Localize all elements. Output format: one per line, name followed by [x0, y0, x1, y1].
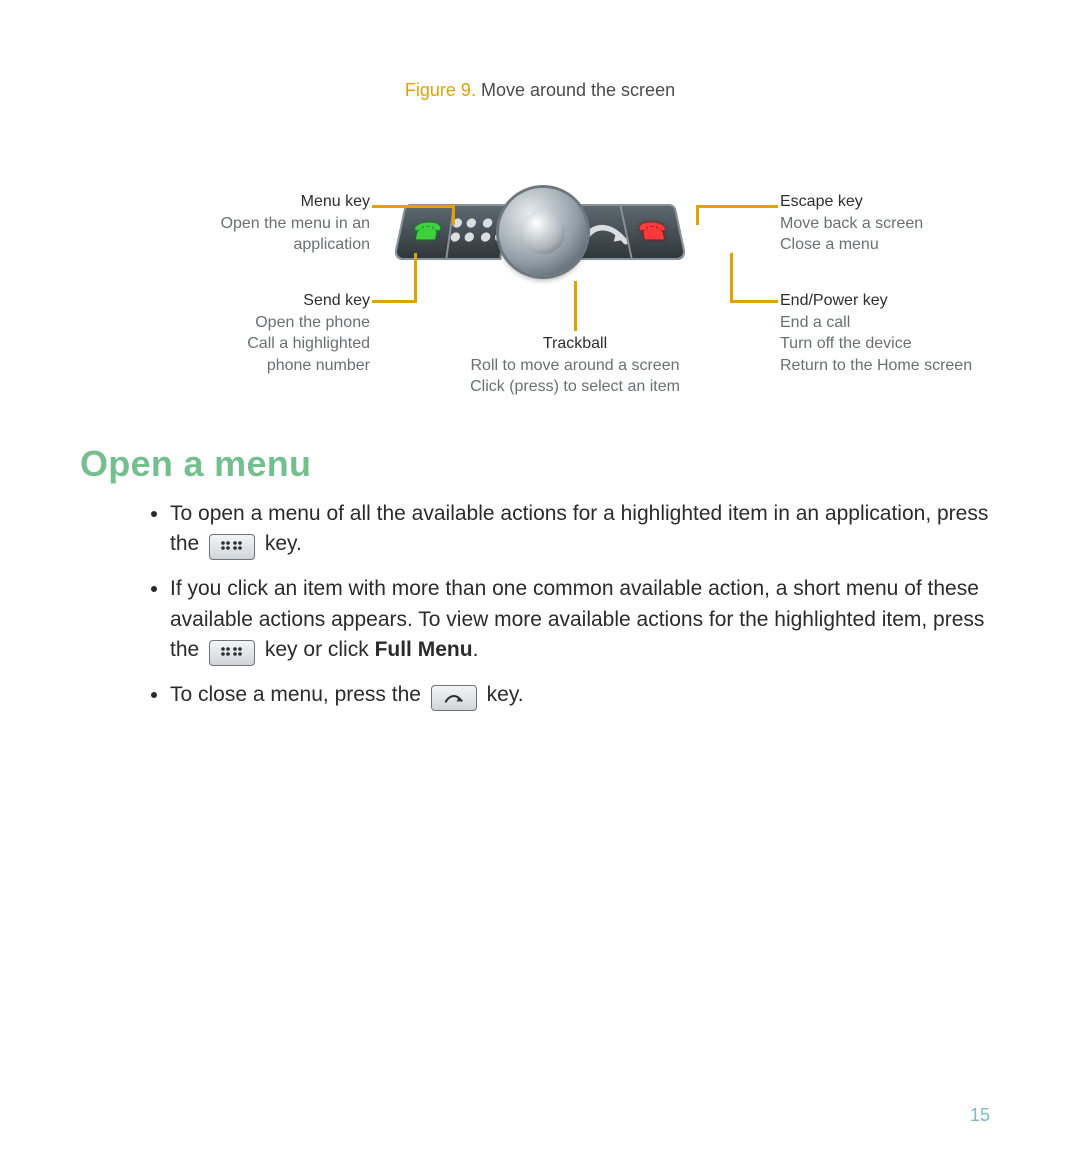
- menu-keycap-icon: [209, 534, 255, 560]
- end-key-icon: ☎: [619, 204, 687, 260]
- navigation-diagram: ☎ ☎ Menu key Open the menu in an app: [80, 123, 1000, 383]
- menu-keycap-icon: [209, 640, 255, 666]
- section-heading: Open a menu: [80, 443, 1000, 485]
- escape-key-label: Escape key Move back a screen Close a me…: [780, 191, 1040, 256]
- instruction-item: To close a menu, press the key.: [170, 680, 1000, 711]
- figure-title: Move around the screen: [481, 80, 675, 100]
- full-menu-text: Full Menu: [375, 638, 473, 661]
- page-number: 15: [970, 1105, 990, 1126]
- figure-caption: Figure 9. Move around the screen: [80, 80, 1000, 101]
- send-key-label: Send key Open the phone Call a highlight…: [140, 290, 370, 376]
- device-keys-illustration: ☎ ☎: [399, 188, 681, 276]
- instruction-item: If you click an item with more than one …: [170, 574, 1000, 666]
- trackball-label: Trackball Roll to move around a screen C…: [440, 333, 710, 398]
- instruction-list: To open a menu of all the available acti…: [80, 499, 1000, 711]
- figure-number: Figure 9.: [405, 80, 476, 100]
- end-key-label: End/Power key End a call Turn off the de…: [780, 290, 1040, 376]
- instruction-item: To open a menu of all the available acti…: [170, 499, 1000, 560]
- trackball-icon: [499, 188, 587, 276]
- menu-key-label: Menu key Open the menu in an application: [140, 191, 370, 256]
- escape-keycap-icon: [431, 685, 477, 711]
